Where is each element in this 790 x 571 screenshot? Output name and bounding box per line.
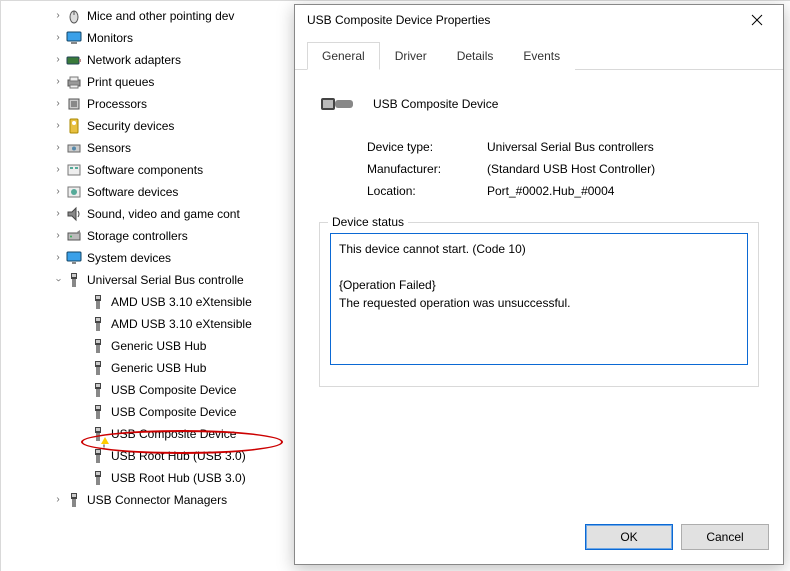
tree-label: USB Root Hub (USB 3.0) [111, 445, 246, 467]
dialog-titlebar[interactable]: USB Composite Device Properties [295, 5, 783, 35]
cpu-icon [65, 95, 83, 113]
tree-label: Network adapters [87, 49, 181, 71]
tab-general[interactable]: General [307, 42, 380, 70]
property-key: Location: [367, 184, 487, 198]
expand-icon[interactable]: › [51, 225, 65, 247]
expand-icon[interactable]: › [51, 27, 65, 49]
property-value: Port_#0002.Hub_#0004 [487, 184, 614, 198]
usb-plug-icon [89, 403, 107, 421]
mouse-icon [65, 7, 83, 25]
collapse-icon[interactable]: › [47, 273, 69, 287]
expand-icon[interactable]: › [51, 93, 65, 115]
properties-dialog: USB Composite Device Properties General … [294, 4, 784, 565]
property-key: Device type: [367, 140, 487, 154]
tree-label: Universal Serial Bus controlle [87, 269, 244, 291]
tree-label: AMD USB 3.10 eXtensible [111, 313, 252, 335]
warning-badge-icon [101, 437, 109, 444]
tree-label: USB Composite Device [111, 423, 236, 445]
tree-label: Print queues [87, 71, 154, 93]
usb-plug-icon [89, 293, 107, 311]
usb-plug-icon [89, 425, 107, 443]
printer-icon [65, 73, 83, 91]
tree-label: USB Composite Device [111, 401, 236, 423]
property-row-manufacturer: Manufacturer: (Standard USB Host Control… [367, 162, 759, 176]
tree-label: Sound, video and game cont [87, 203, 240, 225]
device-header: USB Composite Device [319, 90, 759, 118]
cancel-button[interactable]: Cancel [681, 524, 769, 550]
tab-events[interactable]: Events [508, 42, 575, 70]
expand-icon[interactable]: › [51, 5, 65, 27]
device-status-text[interactable] [330, 233, 748, 365]
tab-body-general: USB Composite Device Device type: Univer… [295, 70, 783, 514]
tree-label: USB Root Hub (USB 3.0) [111, 467, 246, 489]
expand-icon[interactable]: › [51, 489, 65, 511]
property-row-location: Location: Port_#0002.Hub_#0004 [367, 184, 759, 198]
property-value: Universal Serial Bus controllers [487, 140, 654, 154]
security-icon [65, 117, 83, 135]
tab-driver[interactable]: Driver [380, 42, 442, 70]
device-status-group: Device status [319, 222, 759, 387]
tree-label: Monitors [87, 27, 133, 49]
expand-icon[interactable]: › [51, 137, 65, 159]
sensor-icon [65, 139, 83, 157]
usb-plug-icon [89, 337, 107, 355]
usb-plug-icon [89, 469, 107, 487]
tree-label: Sensors [87, 137, 131, 159]
tab-details[interactable]: Details [442, 42, 509, 70]
tree-label: Generic USB Hub [111, 357, 206, 379]
expand-icon[interactable]: › [51, 181, 65, 203]
expand-icon[interactable]: › [51, 71, 65, 93]
property-row-type: Device type: Universal Serial Bus contro… [367, 140, 759, 154]
tree-label: USB Composite Device [111, 379, 236, 401]
usb-icon [65, 491, 83, 509]
usb-plug-icon [89, 315, 107, 333]
property-value: (Standard USB Host Controller) [487, 162, 655, 176]
usb-plug-icon [89, 359, 107, 377]
tree-label: Software components [87, 159, 203, 181]
tree-label: Software devices [87, 181, 178, 203]
usb-plug-icon [89, 447, 107, 465]
close-button[interactable] [737, 6, 777, 34]
tree-label: USB Connector Managers [87, 489, 227, 511]
speaker-icon [65, 205, 83, 223]
tree-label: Storage controllers [87, 225, 188, 247]
expand-icon[interactable]: › [51, 247, 65, 269]
tree-label: System devices [87, 247, 171, 269]
property-key: Manufacturer: [367, 162, 487, 176]
expand-icon[interactable]: › [51, 115, 65, 137]
tree-label: Mice and other pointing dev [87, 5, 234, 27]
software-device-icon [65, 183, 83, 201]
expand-icon[interactable]: › [51, 49, 65, 71]
tree-label: Processors [87, 93, 147, 115]
close-icon [751, 14, 763, 26]
device-name: USB Composite Device [373, 97, 498, 111]
software-component-icon [65, 161, 83, 179]
usb-plug-icon [89, 381, 107, 399]
ok-button[interactable]: OK [585, 524, 673, 550]
dialog-buttons: OK Cancel [295, 514, 783, 564]
expand-icon[interactable]: › [51, 159, 65, 181]
tab-strip: General Driver Details Events [295, 35, 783, 70]
device-status-legend: Device status [328, 215, 408, 229]
system-device-icon [65, 249, 83, 267]
tree-label: Generic USB Hub [111, 335, 206, 357]
tree-label: AMD USB 3.10 eXtensible [111, 291, 252, 313]
tree-label: Security devices [87, 115, 174, 137]
storage-icon [65, 227, 83, 245]
monitor-icon [65, 29, 83, 47]
network-adapter-icon [65, 51, 83, 69]
usb-device-icon [319, 90, 355, 118]
dialog-title: USB Composite Device Properties [307, 13, 737, 27]
expand-icon[interactable]: › [51, 203, 65, 225]
